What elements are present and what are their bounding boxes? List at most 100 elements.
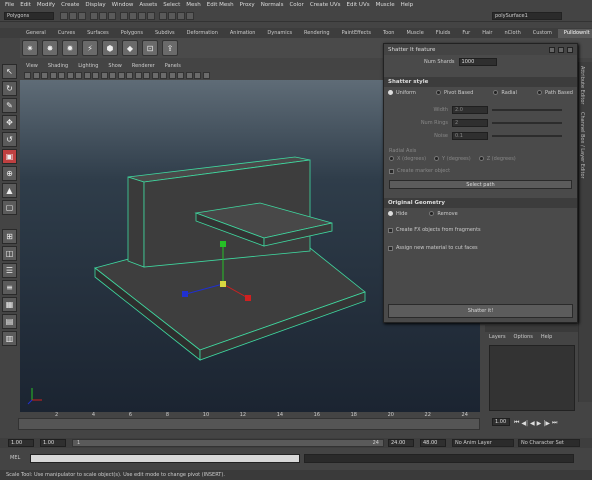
param-field[interactable]: 2 bbox=[452, 118, 488, 127]
param-slider[interactable] bbox=[492, 121, 562, 124]
playback-end-field[interactable]: 24.00 bbox=[388, 439, 414, 447]
menu-edit-mesh[interactable]: Edit Mesh bbox=[207, 2, 234, 8]
radial-axis-option[interactable]: X (degrees) bbox=[389, 156, 426, 162]
select-tool-icon[interactable]: ↖ bbox=[2, 64, 17, 79]
layout-side-icon[interactable]: ◫ bbox=[2, 246, 17, 261]
end-time-field[interactable]: 48.00 bbox=[420, 439, 446, 447]
menu-edit[interactable]: Edit bbox=[20, 2, 31, 8]
radio-button[interactable] bbox=[493, 90, 499, 95]
camera-select-icon[interactable] bbox=[24, 71, 31, 79]
param-slider[interactable] bbox=[492, 108, 562, 111]
num-shards-field[interactable]: 1000 bbox=[458, 58, 497, 66]
film-gate-icon[interactable] bbox=[66, 71, 74, 79]
layer-list[interactable] bbox=[489, 345, 575, 411]
select-path-button[interactable]: Select path bbox=[389, 180, 572, 189]
shelf-tab-painteffects[interactable]: PaintEffects bbox=[336, 29, 377, 38]
layout-render-icon[interactable]: ▤ bbox=[2, 314, 17, 329]
shelf-tab-muscle[interactable]: Muscle bbox=[400, 29, 429, 38]
render-settings-icon[interactable] bbox=[186, 11, 194, 20]
right-tab-0[interactable]: Attribute Editor bbox=[579, 62, 585, 108]
snap-surface-icon[interactable] bbox=[147, 11, 155, 20]
shelf-tab-surfaces[interactable]: Surfaces bbox=[81, 29, 115, 38]
snap-point-icon[interactable] bbox=[138, 11, 146, 20]
right-tab-1[interactable]: Channel Box / Layer Editor bbox=[579, 108, 585, 183]
step-forward-icon[interactable]: |▶ bbox=[543, 420, 550, 427]
grid-toggle-icon[interactable] bbox=[58, 71, 65, 79]
radio-button[interactable] bbox=[388, 211, 393, 216]
geometry-option-hide[interactable]: Hide bbox=[388, 211, 407, 217]
rotate-tool-icon[interactable]: ↺ bbox=[2, 132, 17, 147]
layout-single-icon[interactable]: ▢ bbox=[2, 200, 17, 215]
style-option-path-based[interactable]: Path Based bbox=[537, 90, 573, 96]
new-scene-icon[interactable] bbox=[60, 11, 68, 20]
menu-create-uvs[interactable]: Create UVs bbox=[310, 2, 341, 8]
radio-button[interactable] bbox=[537, 90, 543, 95]
close-icon[interactable] bbox=[567, 46, 573, 53]
style-option-radial[interactable]: Radial bbox=[493, 90, 517, 96]
move-tool-icon[interactable]: ✥ bbox=[2, 115, 17, 130]
object-name-field[interactable]: polySurface1 bbox=[492, 11, 562, 20]
save-scene-icon[interactable] bbox=[78, 11, 86, 20]
create-marker-checkbox[interactable] bbox=[389, 168, 394, 174]
menu-display[interactable]: Display bbox=[85, 2, 105, 8]
shatter-button[interactable]: Shatter it! bbox=[388, 304, 573, 318]
radio-button[interactable] bbox=[478, 156, 484, 161]
layer-menu-options[interactable]: Options bbox=[514, 334, 533, 340]
select-component-icon[interactable] bbox=[108, 11, 116, 20]
shelf-tab-polygons[interactable]: Polygons bbox=[115, 29, 149, 38]
voronoi-icon[interactable]: ⬢ bbox=[102, 40, 118, 56]
menu-select[interactable]: Select bbox=[163, 2, 180, 8]
create-fx-checkbox[interactable] bbox=[388, 227, 393, 233]
hq-render-icon[interactable] bbox=[202, 71, 210, 79]
gate-mask-icon[interactable] bbox=[83, 71, 91, 79]
resolution-gate-icon[interactable] bbox=[75, 71, 82, 79]
radial-axis-option[interactable]: Z (degrees) bbox=[478, 156, 516, 162]
shelf-tab-toon[interactable]: Toon bbox=[377, 29, 401, 38]
shelf-tab-hair[interactable]: Hair bbox=[476, 29, 498, 38]
ipr-icon[interactable] bbox=[177, 11, 185, 20]
radio-button[interactable] bbox=[388, 90, 393, 95]
style-option-uniform[interactable]: Uniform bbox=[388, 90, 416, 96]
camera-attr-icon[interactable] bbox=[32, 71, 40, 79]
panel-menu-panels[interactable]: Panels bbox=[165, 63, 181, 69]
open-scene-icon[interactable] bbox=[69, 11, 77, 20]
shelf-tab-curves[interactable]: Curves bbox=[52, 29, 81, 38]
layout-script-icon[interactable]: ▥ bbox=[2, 331, 17, 346]
flat-shade-icon[interactable] bbox=[134, 71, 142, 79]
export-icon[interactable]: ⇪ bbox=[162, 40, 178, 56]
time-slider[interactable]: 2 4 6 8 10 12 14 16 18 20 22 24 1.00 ⏮ ◀| ◀ ▶ |▶ ⏭ bbox=[0, 412, 592, 438]
layout-graph-icon[interactable]: ≡ bbox=[2, 280, 17, 295]
menu-file[interactable]: File bbox=[5, 2, 14, 8]
menu-normals[interactable]: Normals bbox=[261, 2, 284, 8]
menu-proxy[interactable]: Proxy bbox=[240, 2, 255, 8]
shelf-tab-dynamics[interactable]: Dynamics bbox=[261, 29, 298, 38]
go-start-icon[interactable]: ⏮ bbox=[514, 419, 519, 427]
xray-icon[interactable] bbox=[185, 71, 193, 79]
menu-create[interactable]: Create bbox=[61, 2, 79, 8]
step-back-icon[interactable]: ◀| bbox=[521, 420, 528, 427]
lasso-tool-icon[interactable]: ↻ bbox=[2, 81, 17, 96]
history-icon[interactable] bbox=[159, 11, 167, 20]
layout-four-icon[interactable]: ⊞ bbox=[2, 229, 17, 244]
layer-menu-layers[interactable]: Layers bbox=[489, 334, 506, 340]
scale-tool-icon[interactable]: ▣ bbox=[2, 149, 17, 164]
field-chart-icon[interactable] bbox=[92, 71, 99, 79]
dynamic-icon[interactable]: ◆ bbox=[122, 40, 138, 56]
maximize-icon[interactable] bbox=[558, 46, 564, 53]
bounding-box-icon[interactable] bbox=[143, 71, 150, 79]
radio-button[interactable] bbox=[436, 90, 442, 95]
layer-menu-help[interactable]: Help bbox=[541, 334, 552, 340]
param-field[interactable]: 0.1 bbox=[452, 131, 488, 140]
minimize-icon[interactable] bbox=[549, 46, 555, 53]
radial-axis-option[interactable]: Y (degrees) bbox=[434, 156, 471, 162]
shelf-tab-ncloth[interactable]: nCloth bbox=[499, 29, 527, 38]
bookmark-icon[interactable] bbox=[41, 71, 48, 79]
shelf-tab-custom[interactable]: Custom bbox=[527, 29, 558, 38]
menu-help[interactable]: Help bbox=[401, 2, 414, 8]
assign-material-checkbox[interactable] bbox=[388, 245, 393, 251]
last-tool-icon[interactable]: ▲ bbox=[2, 183, 17, 198]
character-set-selector[interactable]: No Character Set bbox=[518, 439, 580, 447]
select-object-icon[interactable] bbox=[99, 11, 107, 20]
menu-window[interactable]: Window bbox=[112, 2, 134, 8]
mel-input[interactable] bbox=[30, 453, 300, 463]
